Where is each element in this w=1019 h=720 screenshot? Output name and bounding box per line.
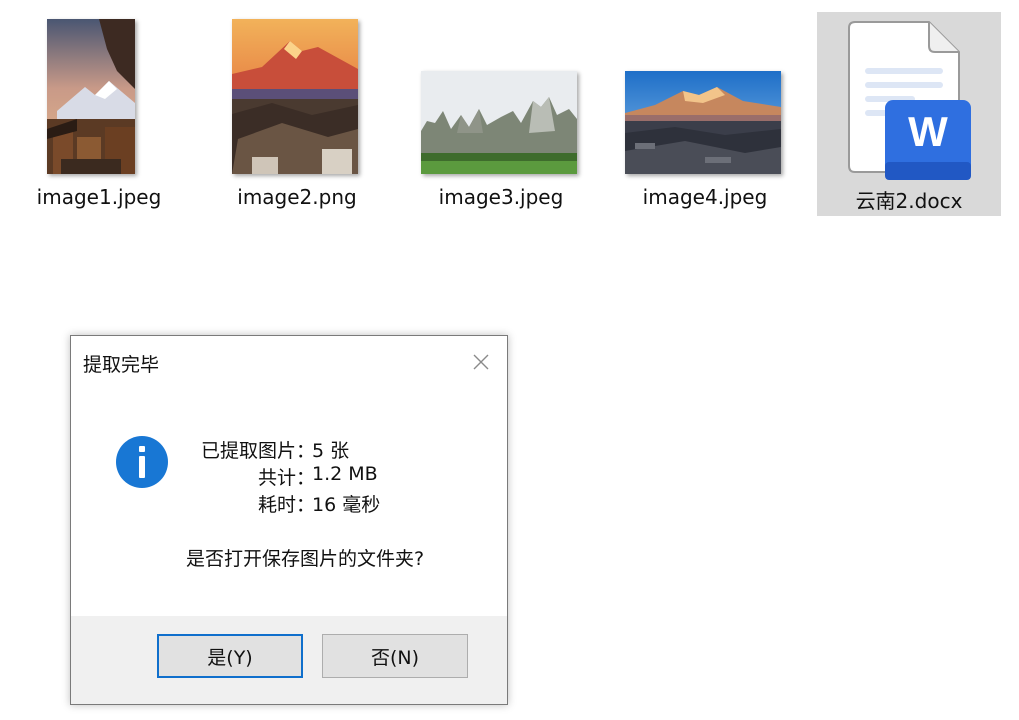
image1-thumbnail <box>47 19 135 174</box>
image3-thumbnail <box>421 71 577 174</box>
file-yunnan-docx[interactable]: W 云南2.docx <box>817 12 1001 216</box>
dialog-button-bar: 是(Y) 否(N) <box>71 616 507 704</box>
stat-value: 5 张 <box>312 440 350 462</box>
word-letter: W <box>908 108 948 155</box>
dialog-title: 提取完毕 <box>83 354 160 376</box>
close-icon[interactable] <box>469 350 493 374</box>
word-document-icon: W <box>845 20 973 180</box>
file-image1[interactable]: image1.jpeg <box>7 12 191 216</box>
file-name: image3.jpeg <box>438 185 564 209</box>
file-image4[interactable]: image4.jpeg <box>613 12 797 216</box>
file-name: image4.jpeg <box>642 185 768 209</box>
yes-button[interactable]: 是(Y) <box>157 634 303 678</box>
extraction-complete-dialog: 提取完毕 已提取图片： 5 张 共计： 1.2 MB 耗时： 16 毫秒 是否打… <box>70 335 508 705</box>
stat-label: 共计： <box>257 467 315 489</box>
image4-thumbnail <box>625 71 781 174</box>
file-image3[interactable]: image3.jpeg <box>409 12 593 216</box>
stat-value: 16 毫秒 <box>312 494 381 516</box>
no-button[interactable]: 否(N) <box>322 634 468 678</box>
file-name: image2.png <box>237 185 357 209</box>
open-folder-question: 是否打开保存图片的文件夹? <box>186 548 425 570</box>
stat-label: 耗时： <box>257 494 315 516</box>
stat-label: 已提取图片： <box>200 440 315 462</box>
file-name: image1.jpeg <box>36 185 162 209</box>
file-image2[interactable]: image2.png <box>205 12 389 216</box>
image2-thumbnail <box>232 19 358 174</box>
file-name: 云南2.docx <box>855 189 963 213</box>
info-icon <box>116 436 168 488</box>
stat-value: 1.2 MB <box>312 463 378 485</box>
